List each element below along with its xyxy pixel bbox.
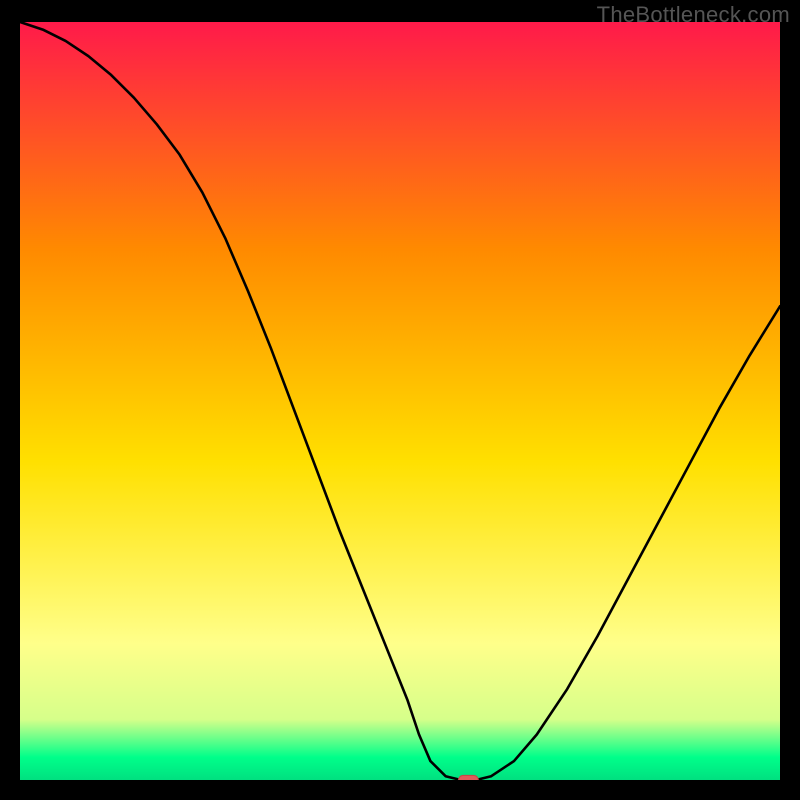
chart-container bbox=[20, 22, 780, 780]
watermark-text: TheBottleneck.com bbox=[597, 2, 790, 28]
chart-svg bbox=[20, 22, 780, 780]
optimal-marker bbox=[459, 775, 479, 780]
chart-background bbox=[20, 22, 780, 780]
